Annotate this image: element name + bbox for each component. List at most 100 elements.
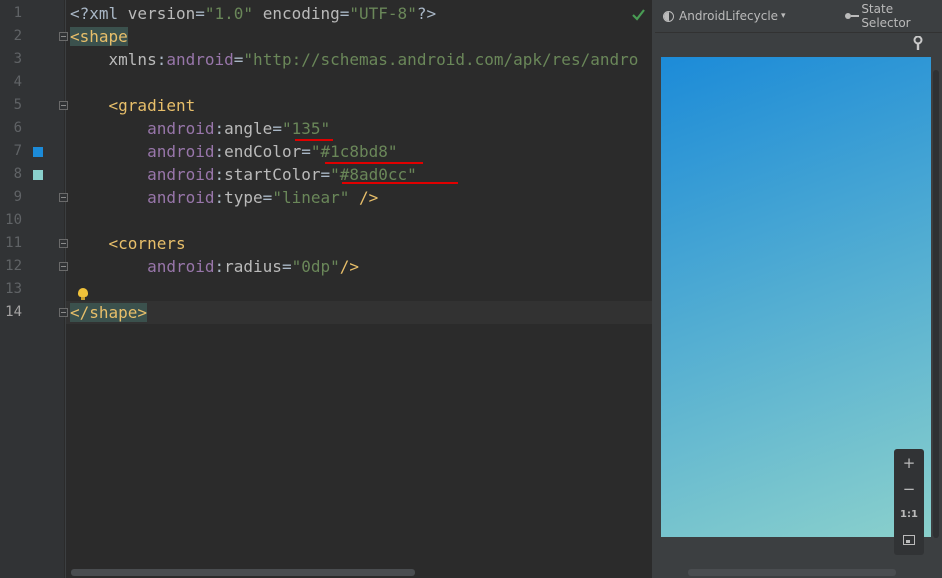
colon: : (214, 119, 225, 138)
editor-horizontal-scrollbar[interactable] (71, 569, 415, 576)
attr-name: encoding (262, 4, 340, 23)
fold-marker[interactable] (59, 262, 68, 271)
xml-decl-close: ?> (416, 4, 437, 23)
fold-marker[interactable] (59, 32, 68, 41)
code-line-6[interactable]: android:angle="135" (70, 117, 330, 140)
code-line-2[interactable]: <shape (70, 25, 128, 48)
fold-marker[interactable] (59, 101, 68, 110)
code-line-1[interactable]: <?xml version="1.0" encoding="UTF-8"?> (70, 2, 436, 25)
chevron-down-icon: ▾ (781, 11, 786, 21)
line-number: 7 (13, 143, 22, 159)
self-close: /> (349, 188, 379, 207)
bulb-icon[interactable] (78, 288, 88, 300)
line-number: 1 (13, 5, 22, 21)
equals: = (320, 165, 331, 184)
colon: : (214, 142, 225, 161)
attr-name: version (127, 4, 196, 23)
zoom-actual-button[interactable]: 1:1 (894, 502, 924, 528)
state-selector-label: State Selector (861, 2, 911, 30)
zoom-out-button[interactable]: − (894, 476, 924, 502)
line-number: 11 (5, 235, 22, 251)
zoom-in-button[interactable]: + (894, 450, 924, 476)
attr-ns: android (147, 188, 215, 207)
zoom-controls: + − 1:1 (894, 449, 924, 555)
state-selector-icon (845, 11, 859, 21)
line-number: 4 (13, 74, 22, 90)
equals: = (262, 188, 273, 207)
code-line-14[interactable]: </shape> (70, 301, 148, 324)
code-line-7[interactable]: android:endColor="#1c8bd8" (70, 140, 398, 163)
preview-horizontal-scrollbar[interactable] (688, 569, 896, 576)
spell-underline (342, 182, 458, 184)
colon: : (214, 188, 225, 207)
code-line-12[interactable]: android:radius="0dp"/> (70, 255, 359, 278)
shape-open-tag: <shape (70, 27, 128, 46)
gutter-separator (65, 0, 66, 578)
equals: = (233, 50, 244, 69)
zoom-to-fit-icon[interactable] (903, 535, 915, 545)
wrench-icon[interactable] (911, 36, 925, 50)
code-line-9[interactable]: android:type="linear" /> (70, 186, 378, 209)
attr-value: "UTF-8" (349, 4, 417, 23)
line-number: 2 (13, 28, 22, 44)
check-icon[interactable] (632, 8, 645, 21)
fold-marker[interactable] (59, 308, 68, 317)
attr-ns: android (147, 165, 215, 184)
caret-line-highlight (66, 301, 652, 324)
attr-name: angle (224, 119, 273, 138)
corners-open-tag: <corners (108, 234, 186, 253)
colon: : (214, 165, 225, 184)
line-number: 6 (13, 120, 22, 136)
layout-selector-label: AndroidLifecycle (679, 9, 779, 23)
gradient-open-tag: <gradient (108, 96, 196, 115)
attr-ns: android (147, 257, 215, 276)
fold-marker[interactable] (59, 239, 68, 248)
gradient-preview-canvas (661, 57, 931, 537)
equals: = (301, 142, 311, 161)
attr-ns: android (147, 119, 215, 138)
shape-close-tag: </shape> (70, 303, 148, 322)
self-close: /> (339, 257, 360, 276)
equals: = (339, 4, 350, 23)
layout-selector[interactable]: AndroidLifecycle ▾ (663, 8, 786, 24)
color-swatch-start[interactable] (33, 170, 43, 180)
code-line-11[interactable]: <corners (70, 232, 186, 255)
attr-value: "http://schemas.android.com/apk/res/andr… (243, 50, 639, 69)
state-selector[interactable]: State Selector (845, 2, 942, 30)
colon: : (156, 50, 167, 69)
spell-underline (325, 162, 423, 164)
attr-name: startColor (224, 165, 321, 184)
line-number: 9 (13, 189, 22, 205)
attr-name: type (224, 188, 263, 207)
preview-vertical-scrollbar[interactable] (933, 70, 939, 538)
attr-name: radius (224, 257, 282, 276)
attr-value: "0dp" (291, 257, 340, 276)
code-line-5[interactable]: <gradient (70, 94, 196, 117)
color-swatch-end[interactable] (33, 147, 43, 157)
code-line-3[interactable]: xmlns:android="http://schemas.android.co… (70, 48, 639, 71)
line-number: 8 (13, 166, 22, 182)
equals: = (195, 4, 205, 23)
equals: = (281, 257, 292, 276)
attr-value: "#1c8bd8" (310, 142, 398, 161)
line-number: 13 (5, 281, 22, 297)
attr-name: endColor (224, 142, 302, 161)
attr-value: "135" (281, 119, 331, 138)
line-number: 10 (5, 212, 22, 228)
fold-marker[interactable] (59, 193, 68, 202)
equals: = (272, 119, 282, 138)
line-number: 3 (13, 51, 22, 67)
line-number-active: 14 (5, 304, 22, 320)
layout-circle-icon (663, 10, 674, 22)
spell-underline (295, 139, 333, 141)
attr-value: "linear" (272, 188, 350, 207)
line-number: 12 (5, 258, 22, 274)
